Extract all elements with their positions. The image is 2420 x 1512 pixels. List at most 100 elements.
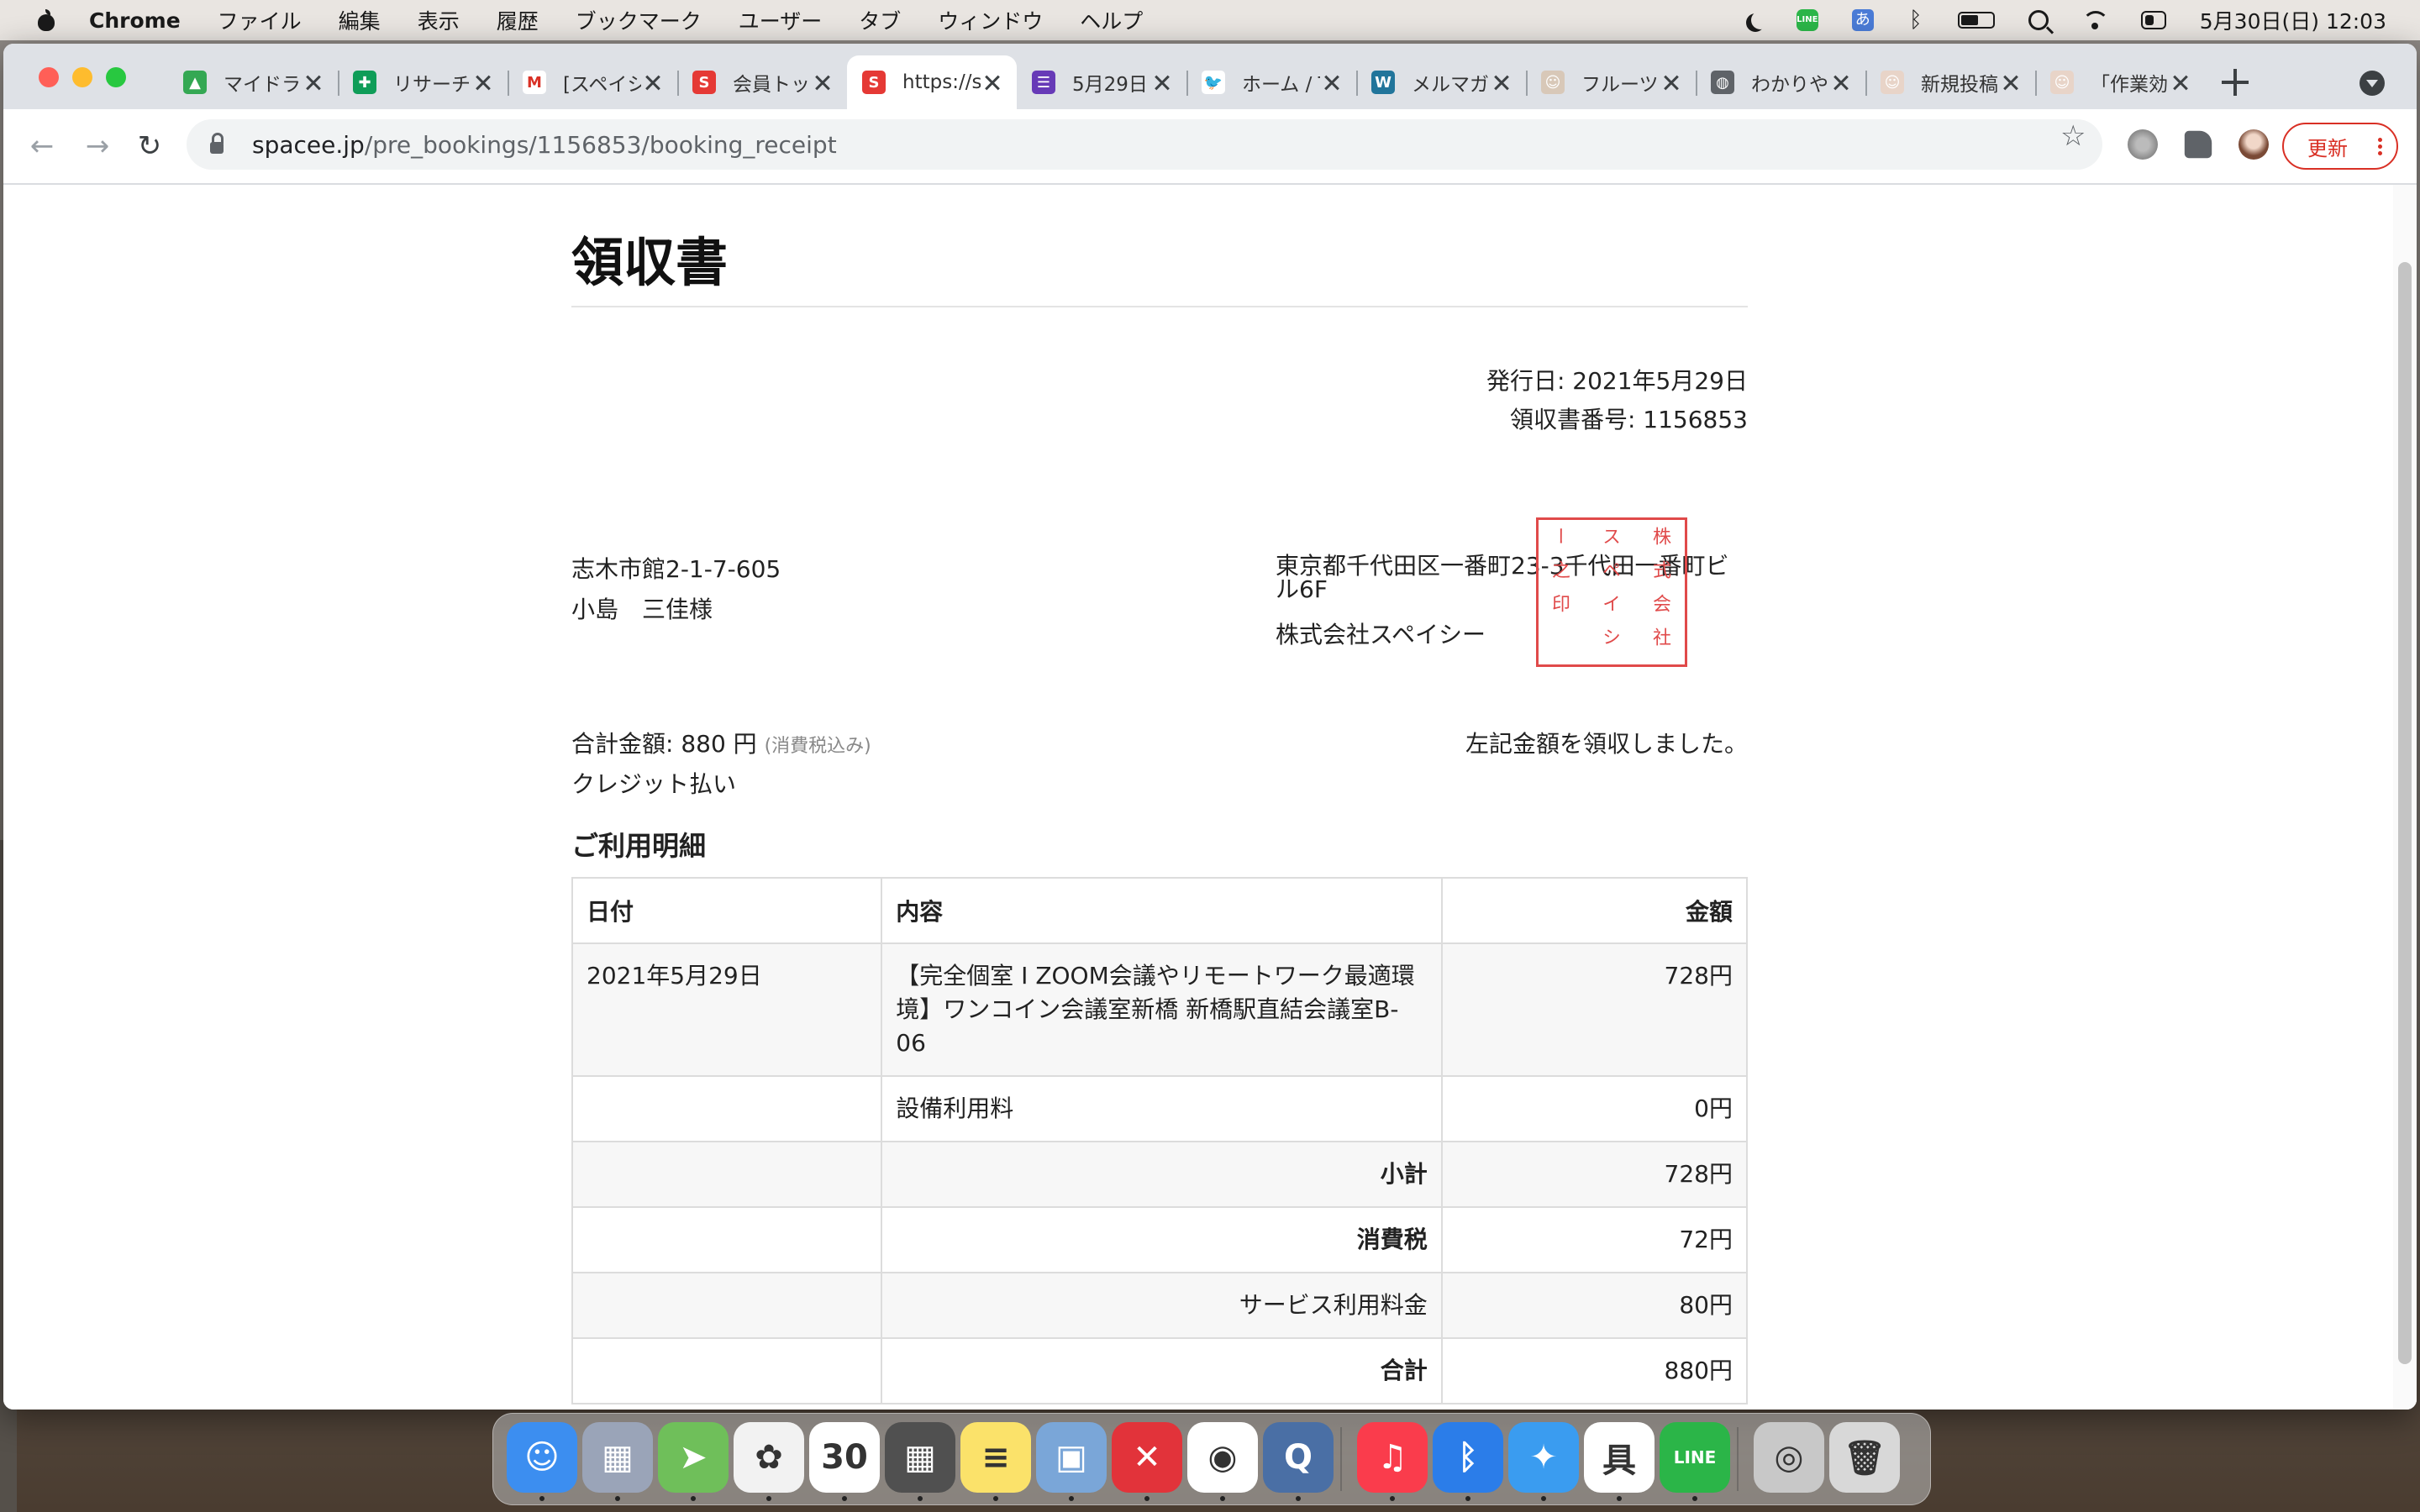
browser-tab[interactable]: S 会員トップ xyxy=(677,55,847,109)
menu-file[interactable]: ファイル xyxy=(218,5,302,35)
tab-title: メルマガ xyxy=(1412,74,1489,96)
browser-tab[interactable]: M [スペイシー] xyxy=(508,55,677,109)
trash-icon[interactable]: 🗑 xyxy=(1829,1422,1900,1493)
menu-window[interactable]: ウィンドウ xyxy=(938,5,1043,35)
total-amount-label: 合計金額: 880 円 xyxy=(571,730,757,758)
extensions-puzzle-icon[interactable] xyxy=(2184,130,2212,159)
total-amount: 合計金額: 880 円 (消費税込み) xyxy=(571,726,871,759)
line-icon[interactable]: LINE xyxy=(1660,1422,1730,1493)
quicktime-icon[interactable]: Q xyxy=(1263,1422,1334,1493)
tab-close-icon[interactable] xyxy=(1829,71,1852,94)
scrollbar-thumb[interactable] xyxy=(2398,262,2412,1364)
bluetooth-menubar-icon[interactable]: ᛒ xyxy=(1907,8,1924,33)
menu-tab[interactable]: タブ xyxy=(859,5,901,35)
more-menu-icon[interactable] xyxy=(2378,137,2383,155)
input-method-icon[interactable]: あ xyxy=(1851,9,1874,31)
google-drive-icon: ▲ xyxy=(183,71,207,94)
window-zoom-button[interactable] xyxy=(106,67,126,87)
browser-tab[interactable]: ◍ わかりやすい xyxy=(1696,55,1865,109)
table-row: 消費税 72円 xyxy=(571,1206,1749,1273)
control-center-icon[interactable] xyxy=(2140,11,2166,29)
table-row: 小計 728円 xyxy=(571,1141,1749,1208)
new-tab-button[interactable] xyxy=(2222,69,2249,96)
browser-tab[interactable]: 🐦 ホーム / Twitter xyxy=(1186,55,1356,109)
photos-icon[interactable]: ✿ xyxy=(734,1422,804,1493)
tab-close-icon[interactable] xyxy=(302,71,324,94)
menu-history[interactable]: 履歴 xyxy=(497,5,539,35)
seal-text: 株式会社スペイシー之印 xyxy=(1549,527,1670,661)
menu-bar-clock[interactable]: 5月30日(日) 12:03 xyxy=(2200,5,2386,35)
browser-tab[interactable]: ☺ フルーツ xyxy=(1526,55,1696,109)
url-text[interactable]: spacee.jp/pre_bookings/1156853/booking_r… xyxy=(252,131,837,159)
tab-close-icon[interactable] xyxy=(2169,71,2191,94)
row-date xyxy=(571,1337,883,1404)
spotlight-search-icon[interactable] xyxy=(2028,10,2049,30)
lock-icon[interactable] xyxy=(210,133,224,154)
browser-tab[interactable]: Shttps://spacee.jp xyxy=(847,55,1017,109)
chrome-icon[interactable]: ◉ xyxy=(1187,1422,1258,1493)
update-chrome-button[interactable]: 更新 xyxy=(2282,123,2398,170)
notes-icon[interactable]: ≡ xyxy=(960,1422,1031,1493)
browser-tab[interactable]: ✚ リサーチ xyxy=(338,55,508,109)
focus-moon-icon[interactable] xyxy=(1751,11,1770,29)
extension-icon[interactable] xyxy=(2128,129,2158,160)
row-date xyxy=(571,1075,883,1142)
browser-tab[interactable]: ☺ 新規投稿 xyxy=(1865,55,2035,109)
maps-icon[interactable]: ➤ xyxy=(658,1422,729,1493)
menu-app-name[interactable]: Chrome xyxy=(89,8,181,33)
row-date xyxy=(571,1141,883,1208)
downloads-icon[interactable]: ◎ xyxy=(1754,1422,1824,1493)
menu-edit[interactable]: 編集 xyxy=(339,5,381,35)
tab-close-icon[interactable] xyxy=(1490,71,1512,94)
dock-running-indicator xyxy=(918,1496,923,1501)
browser-tab[interactable]: W メルマガ xyxy=(1356,55,1526,109)
sensei-icon[interactable]: 具 xyxy=(1584,1422,1655,1493)
tab-close-icon[interactable] xyxy=(981,71,1003,94)
bookmark-star-icon[interactable]: ☆ xyxy=(2060,119,2086,153)
menu-bookmarks[interactable]: ブックマーク xyxy=(576,5,702,35)
safari-icon[interactable]: ✦ xyxy=(1508,1422,1579,1493)
xmind-icon[interactable]: ✕ xyxy=(1112,1422,1182,1493)
finder-icon[interactable]: ☺ xyxy=(507,1422,577,1493)
menu-people[interactable]: ユーザー xyxy=(739,5,823,35)
launchpad-icon[interactable]: ▦ xyxy=(582,1422,653,1493)
row-amount: 0円 xyxy=(1440,1075,1749,1142)
browser-tab[interactable]: ▲ マイドライブ xyxy=(168,55,338,109)
service-fee-label: サービス利用料金 xyxy=(881,1272,1443,1339)
battery-icon[interactable] xyxy=(1957,12,1995,29)
back-button[interactable]: ← xyxy=(25,129,59,163)
wifi-icon[interactable] xyxy=(2081,11,2109,29)
tab-close-icon[interactable] xyxy=(811,71,834,94)
tab-close-icon[interactable] xyxy=(1150,71,1173,94)
forward-button[interactable]: → xyxy=(81,129,114,163)
menu-help[interactable]: ヘルプ xyxy=(1080,5,1143,35)
address-bar[interactable]: spacee.jp/pre_bookings/1156853/booking_r… xyxy=(187,119,2102,170)
apple-logo-icon[interactable] xyxy=(37,9,55,31)
tab-search-button[interactable] xyxy=(2360,71,2385,96)
menu-bar-status-area: LINE あ ᛒ 5月30日(日) 12:03 xyxy=(1744,0,2386,40)
avatar-icon: ☺ xyxy=(2050,71,2074,94)
dock-running-indicator xyxy=(842,1496,847,1501)
preview-icon[interactable]: ▣ xyxy=(1036,1422,1107,1493)
menu-view[interactable]: 表示 xyxy=(418,5,460,35)
calculator-icon[interactable]: ▦ xyxy=(885,1422,955,1493)
browser-tab[interactable]: ☺ 「作業効率 xyxy=(2035,55,2205,109)
music-icon[interactable]: ♫ xyxy=(1357,1422,1428,1493)
tax-included-note: (消費税込み) xyxy=(764,736,871,757)
bluetooth-icon[interactable]: ᛒ xyxy=(1433,1422,1503,1493)
tab-close-icon[interactable] xyxy=(471,71,494,94)
tab-close-icon[interactable] xyxy=(1999,71,2022,94)
browser-tab[interactable]: ☰ 5月29日 xyxy=(1017,55,1186,109)
tab-close-icon[interactable] xyxy=(641,71,664,94)
tab-close-icon[interactable] xyxy=(1660,71,1682,94)
dock-running-indicator xyxy=(1692,1496,1697,1501)
reload-button[interactable]: ↻ xyxy=(133,129,166,163)
page-scrollbar[interactable] xyxy=(2393,185,2417,1410)
line-menubar-icon[interactable]: LINE xyxy=(1796,9,1818,31)
calendar-icon[interactable]: 30 xyxy=(809,1422,880,1493)
window-minimize-button[interactable] xyxy=(72,67,92,87)
tab-close-icon[interactable] xyxy=(1320,71,1343,94)
tab-title: フルーツ xyxy=(1581,74,1659,96)
profile-avatar[interactable] xyxy=(2238,129,2269,160)
window-close-button[interactable] xyxy=(39,67,59,87)
